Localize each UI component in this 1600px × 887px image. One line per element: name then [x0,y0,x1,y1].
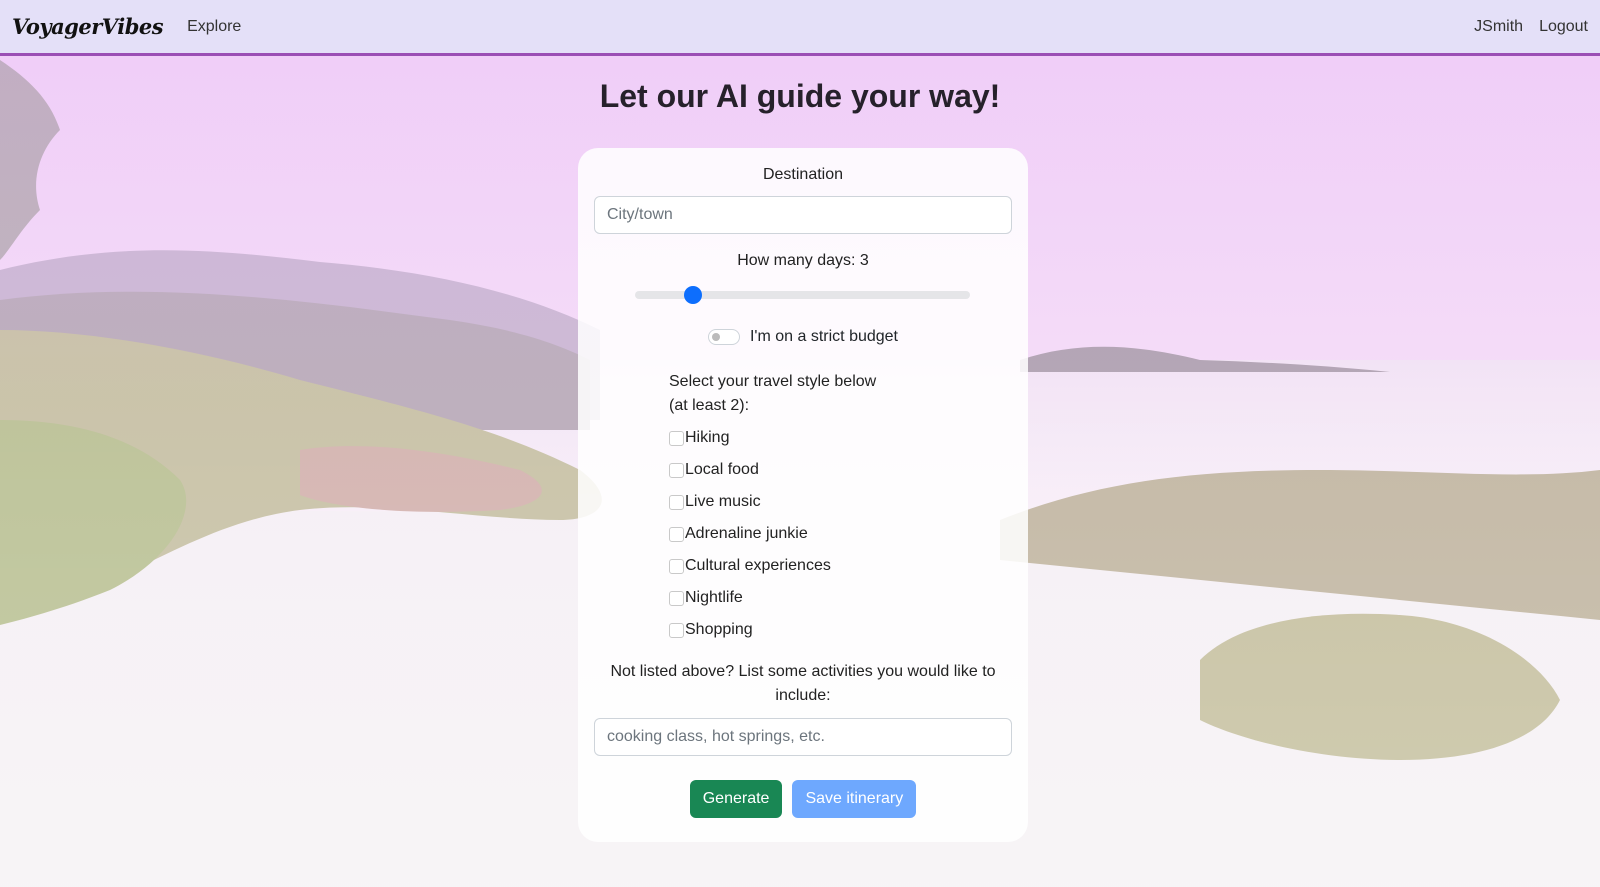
nav-link-username[interactable]: JSmith [1474,18,1523,36]
checkbox[interactable] [669,558,684,574]
save-itinerary-button[interactable]: Save itinerary [792,780,917,818]
travel-style-label-line1: Select your travel style below [669,373,877,390]
days-slider-thumb[interactable] [683,286,702,304]
travel-style-option[interactable]: Nightlife [669,582,929,614]
checkbox[interactable] [669,622,684,638]
travel-style-group: Select your travel style below (at least… [669,370,929,646]
travel-style-option[interactable]: Shopping [669,614,929,646]
travel-style-option-label[interactable]: Shopping [685,621,753,639]
destination-input[interactable]: City/town [594,196,1012,234]
budget-toggle-switch[interactable] [707,329,740,345]
travel-style-option-label[interactable]: Cultural experiences [685,557,831,575]
travel-style-option-label[interactable]: Hiking [685,429,729,447]
checkbox[interactable] [669,494,684,510]
budget-toggle-label[interactable]: I'm on a strict budget [750,328,898,346]
extra-activities-label: Not listed above? List some activities y… [610,663,996,704]
travel-style-option-label[interactable]: Nightlife [685,589,743,607]
extra-activities-placeholder: cooking class, hot springs, etc. [607,728,825,745]
travel-style-list: Hiking Local food Live music Adrenaline … [669,422,929,646]
destination-placeholder: City/town [607,206,673,223]
destination-label: Destination [762,166,844,183]
days-label: How many days: 3 [737,252,869,269]
extra-activities-input[interactable]: cooking class, hot springs, etc. [594,718,1012,756]
travel-style-option-label[interactable]: Live music [685,493,761,511]
travel-style-option-label[interactable]: Local food [685,461,759,479]
travel-style-label: Select your travel style below (at least… [669,370,929,418]
checkbox[interactable] [669,462,684,478]
itinerary-form-card: Destination City/town How many days: 3 I… [578,148,1028,842]
travel-style-option[interactable]: Hiking [669,422,929,454]
form-actions: Generate Save itinerary [578,780,1028,818]
brand-logo[interactable]: VoyagerVibes [12,14,164,39]
checkbox[interactable] [669,526,684,542]
navbar-left: VoyagerVibes Explore [12,14,241,39]
nav-link-explore[interactable]: Explore [187,18,241,36]
days-slider[interactable] [635,286,970,304]
travel-style-option[interactable]: Live music [669,486,929,518]
budget-toggle-row: I'm on a strict budget [578,328,1028,346]
travel-style-label-line2: (at least 2): [669,397,750,414]
navbar: VoyagerVibes Explore JSmith Logout [0,0,1600,56]
travel-style-option[interactable]: Cultural experiences [669,550,929,582]
checkbox[interactable] [669,430,684,446]
page-title: Let our AI guide your way! [599,78,1001,114]
navbar-right: JSmith Logout [1474,18,1588,36]
generate-button[interactable]: Generate [689,780,783,818]
travel-style-option-label[interactable]: Adrenaline junkie [685,525,808,543]
nav-link-logout[interactable]: Logout [1539,18,1588,36]
travel-style-option[interactable]: Adrenaline junkie [669,518,929,550]
travel-style-option[interactable]: Local food [669,454,929,486]
checkbox[interactable] [669,590,684,606]
